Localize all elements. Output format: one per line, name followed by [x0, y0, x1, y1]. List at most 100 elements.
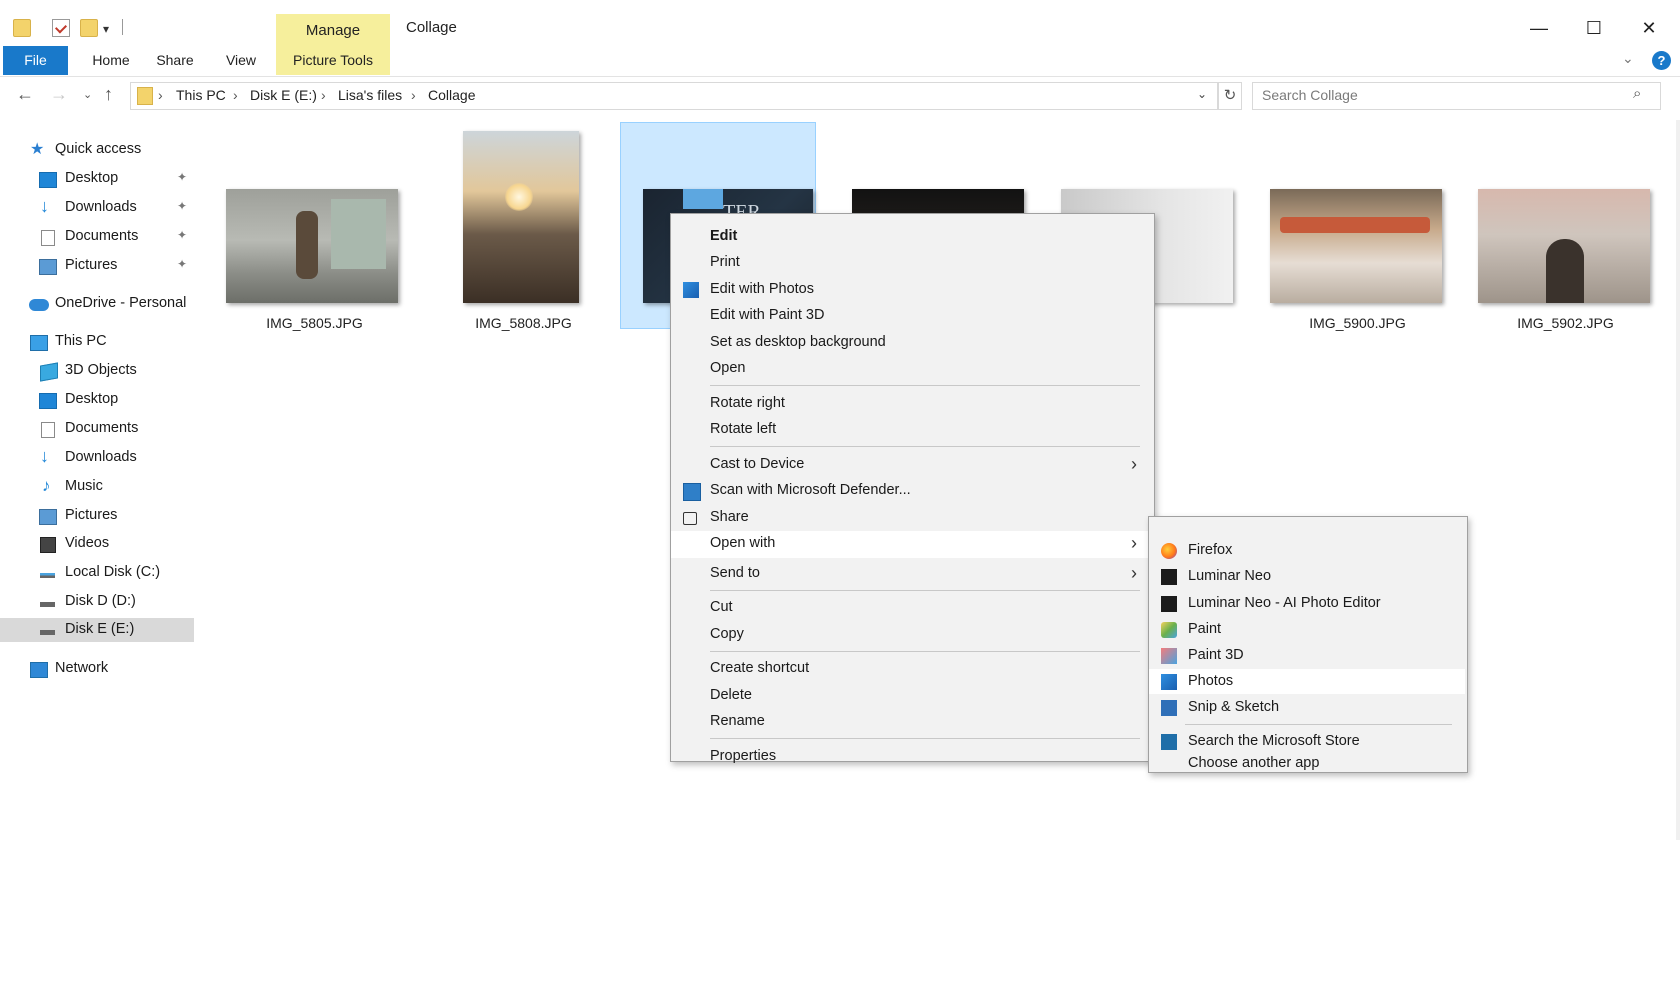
breadcrumb-collage[interactable]: Collage: [428, 87, 475, 103]
open-with-paint-3d[interactable]: Paint 3D: [1149, 643, 1465, 668]
sidebar-item-3d-objects[interactable]: 3D Objects: [0, 359, 194, 383]
menu-item-edit[interactable]: Edit: [671, 224, 1152, 249]
sidebar-item-documents[interactable]: Documents: [0, 417, 194, 441]
search-icon[interactable]: ⌕: [1633, 85, 1641, 102]
folder-icon[interactable]: [13, 19, 31, 37]
tab-home[interactable]: Home: [76, 46, 146, 75]
star-icon: ★: [30, 141, 45, 158]
menu-item-copy[interactable]: Copy: [671, 622, 1152, 647]
tab-picture-tools[interactable]: Picture Tools: [276, 46, 390, 75]
file-thumbnail-img-5902[interactable]: [1478, 189, 1650, 303]
refresh-button[interactable]: ↻: [1218, 82, 1242, 110]
sidebar-item-videos[interactable]: Videos: [0, 532, 194, 556]
menu-item-cast-to-device[interactable]: Cast to Device ›: [671, 452, 1152, 477]
file-name[interactable]: IMG_5902.JPG: [1478, 315, 1653, 331]
menu-item-set-desktop-background[interactable]: Set as desktop background: [671, 330, 1152, 355]
forward-button[interactable]: →: [50, 84, 68, 105]
menu-separator: [710, 590, 1140, 591]
menu-item-label: Properties: [710, 748, 777, 764]
menu-item-create-shortcut[interactable]: Create shortcut: [671, 656, 1152, 681]
sidebar-item-downloads[interactable]: ↓ Downloads ✦: [0, 196, 194, 220]
breadcrumb-separator[interactable]: ›: [158, 87, 163, 103]
open-with-snip-sketch[interactable]: Snip & Sketch: [1149, 695, 1465, 720]
breadcrumb-disk-e[interactable]: Disk E (E:): [250, 87, 317, 103]
file-name[interactable]: IMG_5805.JPG: [227, 315, 402, 331]
minimize-button[interactable]: —: [1519, 14, 1559, 42]
sidebar-item-documents[interactable]: Documents ✦: [0, 225, 194, 249]
sidebar-item-label: Disk D (D:): [65, 593, 136, 609]
sidebar-item-onedrive[interactable]: OneDrive - Personal: [0, 292, 194, 316]
menu-item-open[interactable]: Open: [671, 356, 1152, 381]
menu-item-label: Send to: [710, 565, 760, 581]
menu-item-label: Search the Microsoft Store: [1188, 733, 1360, 749]
menu-item-share[interactable]: Share: [671, 505, 1152, 530]
scrollbar-track[interactable]: [1676, 120, 1680, 840]
new-folder-icon[interactable]: [80, 19, 98, 37]
properties-icon[interactable]: [52, 19, 70, 37]
menu-item-cut[interactable]: Cut: [671, 595, 1152, 620]
help-icon[interactable]: ?: [1652, 51, 1671, 70]
breadcrumb-separator[interactable]: ›: [411, 87, 416, 103]
sidebar-item-desktop[interactable]: Desktop: [0, 388, 194, 412]
menu-item-rotate-right[interactable]: Rotate right: [671, 391, 1152, 416]
address-history-dropdown[interactable]: ⌄: [1197, 87, 1207, 101]
open-with-choose-another-app[interactable]: Choose another app: [1149, 755, 1465, 771]
sidebar-item-network[interactable]: Network: [0, 657, 194, 681]
menu-item-print[interactable]: Print: [671, 250, 1152, 275]
menu-item-send-to[interactable]: Send to ›: [671, 561, 1152, 586]
breadcrumb-this-pc[interactable]: This PC: [176, 87, 226, 103]
sidebar-item-local-disk-c[interactable]: Local Disk (C:): [0, 561, 194, 585]
open-with-luminar-neo[interactable]: Luminar Neo: [1149, 564, 1465, 589]
breadcrumb-separator[interactable]: ›: [321, 87, 326, 103]
tab-view[interactable]: View: [221, 46, 261, 75]
divider: [122, 19, 123, 35]
menu-item-scan-defender[interactable]: Scan with Microsoft Defender...: [671, 478, 1152, 503]
pin-icon[interactable]: ✦: [177, 199, 187, 213]
sidebar-item-downloads[interactable]: ↓ Downloads: [0, 446, 194, 470]
sidebar-item-this-pc[interactable]: This PC: [0, 330, 194, 354]
open-with-luminar-neo-ai[interactable]: Luminar Neo - AI Photo Editor: [1149, 591, 1465, 616]
menu-item-rotate-left[interactable]: Rotate left: [671, 417, 1152, 442]
customize-quick-access-button[interactable]: ▾: [103, 22, 109, 36]
file-name[interactable]: IMG_5900.JPG: [1270, 315, 1445, 331]
sidebar-item-desktop[interactable]: Desktop ✦: [0, 167, 194, 191]
close-button[interactable]: ✕: [1629, 14, 1669, 42]
file-thumbnail-img-5805[interactable]: [226, 189, 398, 303]
sidebar-item-label: 3D Objects: [65, 362, 137, 378]
recent-locations-button[interactable]: ⌄: [83, 88, 92, 101]
tab-file[interactable]: File: [3, 46, 68, 75]
menu-item-delete[interactable]: Delete: [671, 683, 1152, 708]
open-with-firefox[interactable]: Firefox: [1149, 538, 1465, 563]
sidebar-item-music[interactable]: ♪ Music: [0, 475, 194, 499]
open-with-paint[interactable]: Paint: [1149, 617, 1465, 642]
breadcrumb-separator[interactable]: ›: [233, 87, 238, 103]
file-thumbnail-img-5808[interactable]: [463, 131, 579, 303]
menu-item-edit-with-paint-3d[interactable]: Edit with Paint 3D: [671, 303, 1152, 328]
pin-icon[interactable]: ✦: [177, 228, 187, 242]
menu-item-edit-with-photos[interactable]: Edit with Photos: [671, 277, 1152, 302]
menu-item-properties[interactable]: Properties: [671, 744, 1152, 769]
file-name[interactable]: IMG_5808.JPG: [436, 315, 611, 331]
pin-icon[interactable]: ✦: [177, 257, 187, 271]
tab-share[interactable]: Share: [150, 46, 200, 75]
maximize-button[interactable]: ☐: [1574, 14, 1614, 42]
open-with-photos[interactable]: Photos: [1149, 669, 1465, 694]
file-thumbnail-img-5900[interactable]: [1270, 189, 1442, 303]
pin-icon[interactable]: ✦: [177, 170, 187, 184]
menu-item-open-with[interactable]: Open with ›: [671, 531, 1152, 558]
menu-item-rename[interactable]: Rename: [671, 709, 1152, 734]
expand-ribbon-button[interactable]: ⌄: [1622, 50, 1634, 67]
manage-tab-label[interactable]: Manage: [276, 22, 390, 39]
sidebar-item-pictures[interactable]: Pictures: [0, 504, 194, 528]
sidebar-item-disk-d[interactable]: Disk D (D:): [0, 590, 194, 614]
sidebar-item-disk-e[interactable]: Disk E (E:): [0, 618, 194, 642]
up-button[interactable]: ↑: [104, 84, 113, 105]
search-input[interactable]: Search Collage: [1262, 87, 1358, 103]
share-icon: [683, 512, 697, 525]
back-button[interactable]: ←: [16, 84, 34, 105]
open-with-search-store[interactable]: Search the Microsoft Store: [1149, 729, 1465, 754]
breadcrumb-lisas-files[interactable]: Lisa's files: [338, 87, 402, 103]
sidebar-item-pictures[interactable]: Pictures ✦: [0, 254, 194, 278]
menu-item-label: Rotate right: [710, 395, 785, 411]
sidebar-item-quick-access[interactable]: ★ Quick access: [0, 138, 194, 162]
